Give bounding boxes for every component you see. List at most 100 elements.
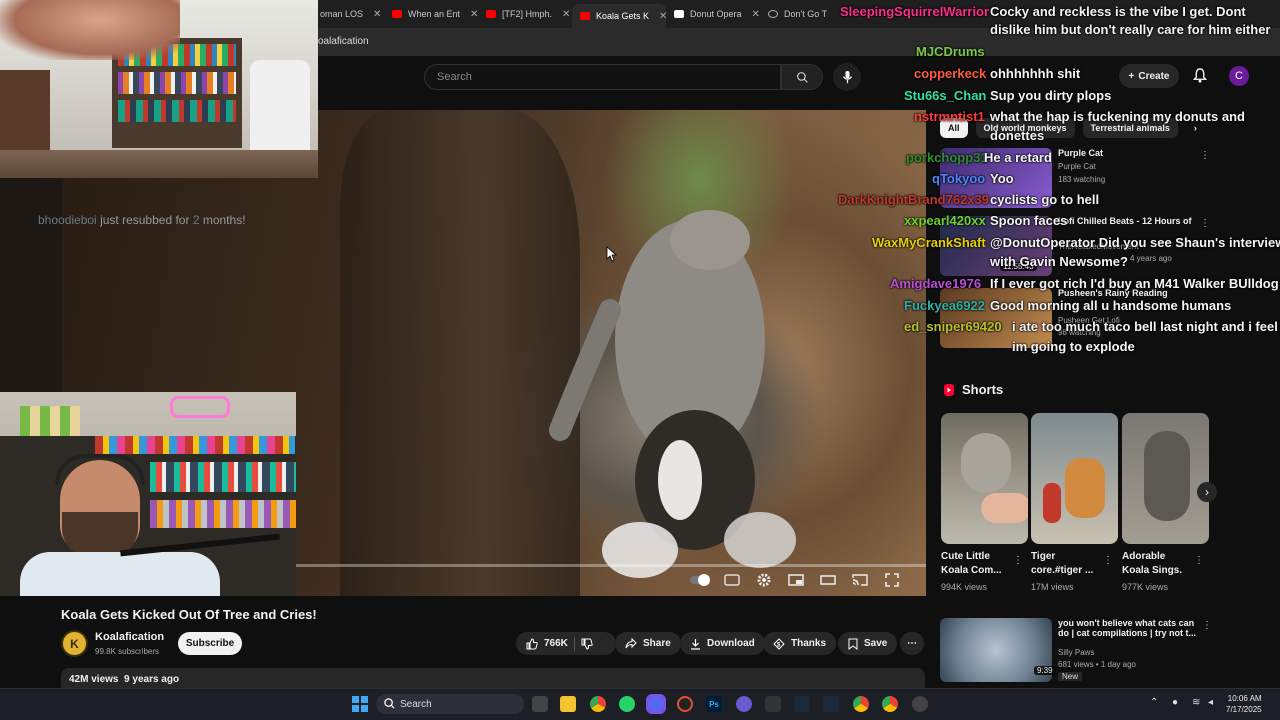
short-thumbnail[interactable] <box>1031 413 1118 544</box>
short-thumbnail[interactable] <box>1122 413 1209 544</box>
shorts-icon <box>944 383 954 396</box>
close-icon[interactable]: ✕ <box>470 9 478 20</box>
browser-tab[interactable]: When an Ent ✕ <box>384 4 478 24</box>
short-thumbnail[interactable] <box>941 413 1028 544</box>
figurines-row <box>95 436 295 454</box>
short-title[interactable]: Adorable Koala Sings. <box>1122 550 1192 578</box>
volume-icon[interactable]: ◂ <box>1208 697 1213 708</box>
subscribe-button[interactable]: Subscribe <box>178 632 242 655</box>
fullscreen-icon[interactable] <box>882 570 902 590</box>
recommended-video[interactable]: Pusheen's Rainy Reading Pusheen Get Lofi… <box>940 288 1210 348</box>
more-vertical-icon[interactable]: ⋮ <box>1013 555 1023 566</box>
clock-time: 10:06 AM <box>1227 694 1262 703</box>
chrome-icon[interactable] <box>590 696 606 712</box>
voice-search-button[interactable] <box>833 63 861 91</box>
browser-tab-active[interactable]: Koala Gets K ✕ <box>572 4 666 28</box>
like-button[interactable]: 766K <box>526 637 568 650</box>
discord-icon[interactable] <box>646 694 666 714</box>
rec-meta: 4 years ago <box>1130 254 1172 263</box>
browser-tab[interactable]: oman LOS ✕ <box>312 4 384 24</box>
taskbar-search[interactable]: Search <box>376 694 524 714</box>
wifi-icon[interactable]: ≋ <box>1192 697 1200 708</box>
books-row <box>150 462 296 492</box>
thumbs-down-icon[interactable] <box>581 638 593 650</box>
koala-image <box>549 210 796 578</box>
file-explorer-icon[interactable] <box>560 696 576 712</box>
whatsapp-icon[interactable] <box>619 696 635 712</box>
more-vertical-icon[interactable]: ⋮ <box>1103 555 1113 566</box>
books-row <box>150 500 296 528</box>
save-button[interactable]: Save <box>838 632 898 655</box>
recommended-video[interactable]: 9:39 you won't believe what cats can do … <box>940 618 1212 682</box>
short-title[interactable]: Tiger core.#tiger ... <box>1031 550 1101 578</box>
chat-username: Fuckyea6922 <box>904 298 985 313</box>
taskbar-clock[interactable]: 10:06 AM 7/17/2025 <box>1226 693 1262 715</box>
browser-tab[interactable]: Donut Opera ✕ <box>666 4 760 24</box>
task-view-icon[interactable] <box>532 696 548 712</box>
close-icon[interactable]: ✕ <box>562 9 570 20</box>
autoplay-toggle[interactable] <box>690 570 710 590</box>
headphones <box>55 454 145 484</box>
close-icon[interactable]: ✕ <box>752 9 760 20</box>
download-icon <box>691 638 700 650</box>
short-views: 994K views <box>941 582 988 592</box>
create-button[interactable]: + Create <box>1119 64 1179 88</box>
chat-message: cyclists go to hell <box>990 192 1100 207</box>
captions-icon[interactable] <box>722 570 742 590</box>
chat-message: what the hap is fuckening my donuts and <box>990 109 1245 124</box>
windows-start-icon[interactable] <box>352 696 368 717</box>
chrome-icon[interactable] <box>853 696 869 712</box>
koala-figure <box>1144 431 1190 521</box>
more-vertical-icon[interactable]: ⋮ <box>1200 150 1210 161</box>
divider <box>573 636 575 651</box>
video-progress-bar[interactable] <box>296 564 926 567</box>
more-actions-button[interactable]: ⋯ <box>900 632 924 655</box>
chat-username: nstrmntist1 <box>914 109 985 124</box>
tiger-figure <box>1065 458 1105 518</box>
settings-icon[interactable] <box>912 696 928 712</box>
share-button[interactable]: Share <box>615 632 681 655</box>
download-button[interactable]: Download <box>680 632 765 655</box>
microphone-icon[interactable]: ● <box>1172 697 1178 708</box>
theater-mode-icon[interactable] <box>818 570 838 590</box>
hand-blur <box>0 0 180 60</box>
search-icon <box>796 71 808 83</box>
chat-username: qTokyoo <box>932 171 986 186</box>
like-dislike-group: 766K <box>516 632 616 655</box>
rec-meta: 183 watching <box>1058 175 1106 184</box>
account-avatar[interactable]: C <box>1229 66 1249 86</box>
photoshop-icon[interactable]: Ps <box>706 696 722 712</box>
app-v-icon[interactable] <box>736 696 752 712</box>
thumbs-up-icon <box>526 637 538 649</box>
browser-tab[interactable]: Don't Go T <box>760 4 840 24</box>
cast-icon[interactable] <box>850 570 870 590</box>
more-vertical-icon[interactable]: ⋮ <box>1202 620 1212 631</box>
close-icon[interactable]: ✕ <box>373 9 381 20</box>
miniplayer-icon[interactable] <box>786 570 806 590</box>
chat-message: im going to explode <box>1012 339 1135 354</box>
close-icon[interactable]: ✕ <box>659 11 666 22</box>
chevron-up-icon[interactable]: ⌃ <box>1150 697 1158 708</box>
steam-icon[interactable] <box>794 696 810 712</box>
shorts-next-chevron-icon[interactable]: › <box>1197 482 1217 502</box>
channel-avatar[interactable]: K <box>61 630 88 657</box>
more-vertical-icon[interactable]: ⋮ <box>1200 218 1210 229</box>
chat-message: Cocky and reckless is the vibe I get. Do… <box>990 4 1246 19</box>
search-button[interactable] <box>781 64 823 90</box>
short-views: 977K views <box>1122 582 1169 592</box>
short-title[interactable]: Cute Little Koala Com... <box>941 550 1011 578</box>
more-vertical-icon[interactable]: ⋮ <box>1194 555 1204 566</box>
rec-channel: Silly Paws <box>1058 648 1095 657</box>
settings-gear-icon[interactable] <box>754 570 774 590</box>
browser-tab[interactable]: [TF2] Hmph. ✕ <box>478 4 572 24</box>
chat-username: xxpearl420xx <box>904 213 986 228</box>
clapper-icon[interactable] <box>765 696 781 712</box>
channel-name[interactable]: Koalafication <box>95 631 164 643</box>
chrome-icon[interactable] <box>882 696 898 712</box>
thanks-button[interactable]: $ Thanks <box>763 632 837 655</box>
steam-icon[interactable] <box>823 696 839 712</box>
obs-icon[interactable] <box>677 696 693 712</box>
search-input[interactable]: Search <box>424 64 781 90</box>
rec-title: Purple Cat <box>1058 148 1104 158</box>
notifications-bell-icon[interactable] <box>1192 68 1208 88</box>
